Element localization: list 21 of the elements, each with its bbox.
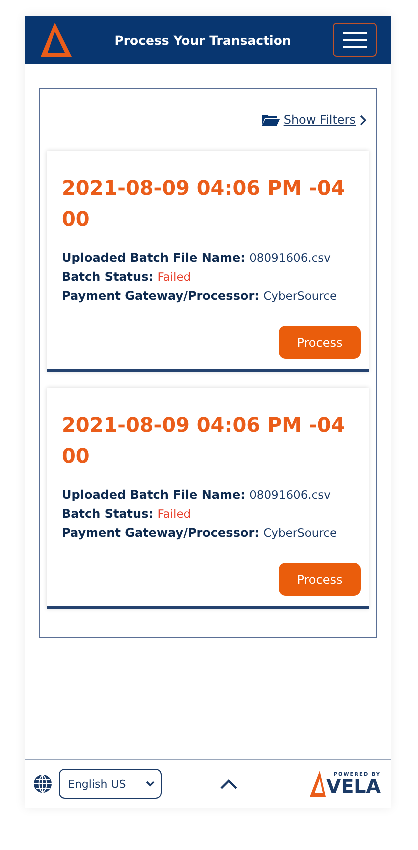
logo-icon — [39, 22, 73, 58]
batch-field: Payment Gateway/Processor: CyberSource — [62, 524, 361, 543]
batch-field: Payment Gateway/Processor: CyberSource — [62, 287, 361, 306]
globe-icon — [33, 774, 53, 794]
batch-field: Batch Status: Failed — [62, 505, 361, 524]
batch-field: Uploaded Batch File Name: 08091606.csv — [62, 486, 361, 505]
batch-timestamp: 2021-08-09 04:06 PM -0400 — [62, 175, 346, 233]
batch-field: Uploaded Batch File Name: 08091606.csv — [62, 249, 361, 268]
language-select[interactable]: English US — [59, 769, 162, 799]
menu-button[interactable] — [333, 23, 377, 57]
batch-timestamp: 2021-08-09 04:06 PM -0400 — [62, 412, 346, 470]
scroll-up-icon[interactable] — [220, 778, 238, 790]
caret-icon — [146, 781, 155, 787]
show-filters-link[interactable]: Show Filters — [262, 113, 356, 127]
logo-icon — [310, 771, 326, 797]
menu-icon — [343, 32, 367, 48]
chevron-right-icon — [360, 114, 367, 126]
brand-name: VELA — [326, 778, 381, 797]
batch-field: Batch Status: Failed — [62, 268, 361, 287]
folder-icon — [262, 114, 280, 126]
page-title: Process Your Transaction — [114, 32, 292, 48]
